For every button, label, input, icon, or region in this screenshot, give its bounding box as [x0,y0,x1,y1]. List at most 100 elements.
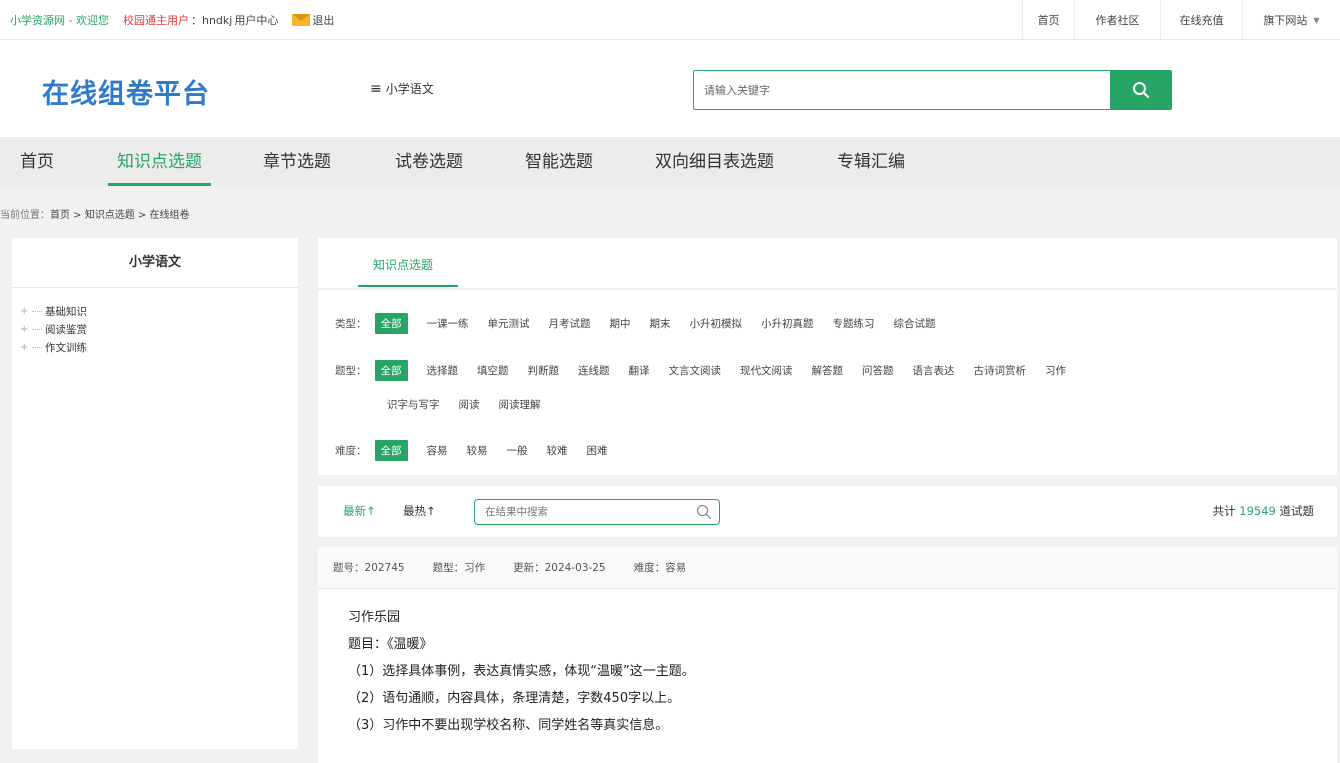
top-link-recharge[interactable]: 在线充值 [1160,0,1242,40]
chevron-down-icon: ▼ [1313,15,1320,25]
filter-option[interactable]: 期中 [610,316,631,331]
subject-label: 小学语文 [385,82,434,96]
filter-option[interactable]: 容易 [427,443,448,458]
nav-item-two-way[interactable]: 双向细目表选题 [655,137,774,187]
question-id: 题号：202745 [333,562,405,574]
search-icon [1132,82,1149,98]
filter-option[interactable]: 连线题 [578,363,610,378]
filter-option[interactable]: 选择题 [427,363,459,378]
filter-option[interactable]: 月考试题 [549,316,591,331]
filter-option-selected[interactable]: 全部 [374,313,408,334]
question-difficulty: 难度：容易 [633,562,687,574]
filter-option[interactable]: 问答题 [862,363,894,378]
question-line: （2）语句通顺，内容具体，条理清楚，字数450字以上。 [348,691,681,706]
top-link-recharge-label: 在线充值 [1179,14,1224,27]
filter-row-question-type-2: 识字与写字 阅读 阅读理解 [387,397,560,412]
filter-option[interactable]: 困难 [587,443,608,458]
breadcrumb-path[interactable]: 首页 > 知识点选题 > 在线组卷 [50,210,189,221]
expand-icon[interactable]: + [20,342,32,353]
top-link-home[interactable]: 首页 [1022,0,1074,40]
sort-bar: 最新↑ 最热↑ 共计 19549 道试题 [318,486,1337,537]
question-line: 习作乐园 [348,610,401,625]
username-label: ：hndkj [190,14,233,27]
tab-knowledge[interactable]: 知识点选题 [373,256,433,273]
question-line: （3）习作中不要出现学校名称、同学姓名等真实信息。 [348,718,669,733]
question-line: （1）选择具体事例，表达真情实感，体现“温暖”这一主题。 [348,664,695,679]
filter-option[interactable]: 现代文阅读 [740,363,793,378]
filter-option[interactable]: 阅读理解 [499,397,541,412]
expand-icon[interactable]: + [20,306,32,317]
filter-option[interactable]: 较难 [547,443,568,458]
top-link-home-label: 首页 [1037,14,1060,27]
tree-item-basics[interactable]: + 基础知识 [20,302,298,320]
filter-option[interactable]: 文言文阅读 [669,363,722,378]
site-logo[interactable]: 在线组卷平台 [42,72,210,111]
mail-icon[interactable] [292,14,311,26]
nav-active-indicator [108,183,211,186]
filter-label: 类型： [335,318,367,330]
content-tabs: 知识点选题 [318,238,1337,288]
filter-option[interactable]: 单元测试 [488,316,530,331]
filter-label: 难度： [335,445,367,457]
filter-option[interactable]: 识字与写字 [387,397,440,412]
filter-option[interactable]: 古诗词赏析 [974,363,1027,378]
question-updated: 更新：2024-03-25 [513,562,606,574]
top-link-community[interactable]: 作者社区 [1074,0,1160,40]
logout-link[interactable]: 退出 [312,12,334,28]
search-input[interactable] [704,79,1104,101]
menu-icon: ≡ [370,80,382,97]
filter-option[interactable]: 专题练习 [833,316,875,331]
site-welcome-link[interactable]: 小学资源网 - 欢迎您 [10,12,109,28]
main-nav: 首页 知识点选题 章节选题 试卷选题 智能选题 双向细目表选题 专辑汇编 [0,137,1340,187]
filter-panel: 类型： 全部 一课一练 单元测试 月考试题 期中 期末 小升初模拟 小升初真题 … [318,290,1337,475]
filter-option[interactable]: 综合试题 [894,316,936,331]
subject-selector[interactable]: ≡ 小学语文 [370,80,434,97]
filter-option[interactable]: 解答题 [812,363,844,378]
top-link-sites[interactable]: 旗下网站 ▼ [1242,0,1340,40]
breadcrumb-prefix: 当前位置： [0,210,50,221]
sidebar-title: 小学语文 [12,238,298,288]
filter-option[interactable]: 判断题 [528,363,560,378]
filter-option-selected[interactable]: 全部 [374,440,408,461]
nav-item-chapter[interactable]: 章节选题 [263,137,331,187]
result-search-box [474,499,720,525]
breadcrumb: 当前位置：首页 > 知识点选题 > 在线组卷 [0,206,189,221]
filter-option[interactable]: 语言表达 [913,363,955,378]
top-bar-left: 小学资源网 - 欢迎您 校园通主用户 ：hndkj 用户中心 退出 [10,0,336,40]
filter-row-question-type: 题型： 全部 选择题 填空题 判断题 连线题 翻译 文言文阅读 现代文阅读 解答… [335,360,1085,381]
result-search-input[interactable] [485,504,685,520]
nav-item-knowledge[interactable]: 知识点选题 [117,137,202,187]
nav-item-paper[interactable]: 试卷选题 [395,137,463,187]
sort-newest-button[interactable]: 最新↑ [343,503,376,519]
search-button[interactable] [1110,71,1171,109]
filter-option-selected[interactable]: 全部 [374,360,408,381]
search-icon[interactable] [696,504,712,520]
filter-option[interactable]: 一课一练 [427,316,469,331]
filter-option[interactable]: 填空题 [477,363,509,378]
user-center-link[interactable]: 用户中心 [234,12,278,28]
filter-option[interactable]: 较易 [467,443,488,458]
filter-option[interactable]: 小升初真题 [761,316,814,331]
result-total-suffix: 道试题 [1279,504,1315,518]
filter-option[interactable]: 翻译 [629,363,650,378]
sort-hottest-button[interactable]: 最热↑ [403,503,436,519]
filter-option[interactable]: 一般 [507,443,528,458]
expand-icon[interactable]: + [20,324,32,335]
tree-item-reading[interactable]: + 阅读鉴赏 [20,320,298,338]
filter-option[interactable]: 小升初模拟 [690,316,743,331]
nav-item-smart[interactable]: 智能选题 [525,137,593,187]
filter-option[interactable]: 阅读 [459,397,480,412]
question-body: 习作乐园 题目：《温暖》 （1）选择具体事例，表达真情实感，体现“温暖”这一主题… [318,589,1337,763]
top-bar: 小学资源网 - 欢迎您 校园通主用户 ：hndkj 用户中心 退出 首页 作者社… [0,0,1340,40]
knowledge-tree: + 基础知识 + 阅读鉴赏 + 作文训练 [12,288,298,356]
filter-option[interactable]: 期末 [650,316,671,331]
question-line: 题目：《温暖》 [348,637,433,652]
nav-item-album[interactable]: 专辑汇编 [837,137,905,187]
nav-item-home[interactable]: 首页 [20,137,54,187]
result-total-prefix: 共计 [1212,504,1236,518]
tree-item-label: 阅读鉴赏 [45,323,87,336]
tree-item-writing[interactable]: + 作文训练 [20,338,298,356]
question-type: 题型：习作 [432,562,486,574]
filter-option[interactable]: 习作 [1045,363,1066,378]
top-link-sites-label: 旗下网站 [1263,14,1308,27]
